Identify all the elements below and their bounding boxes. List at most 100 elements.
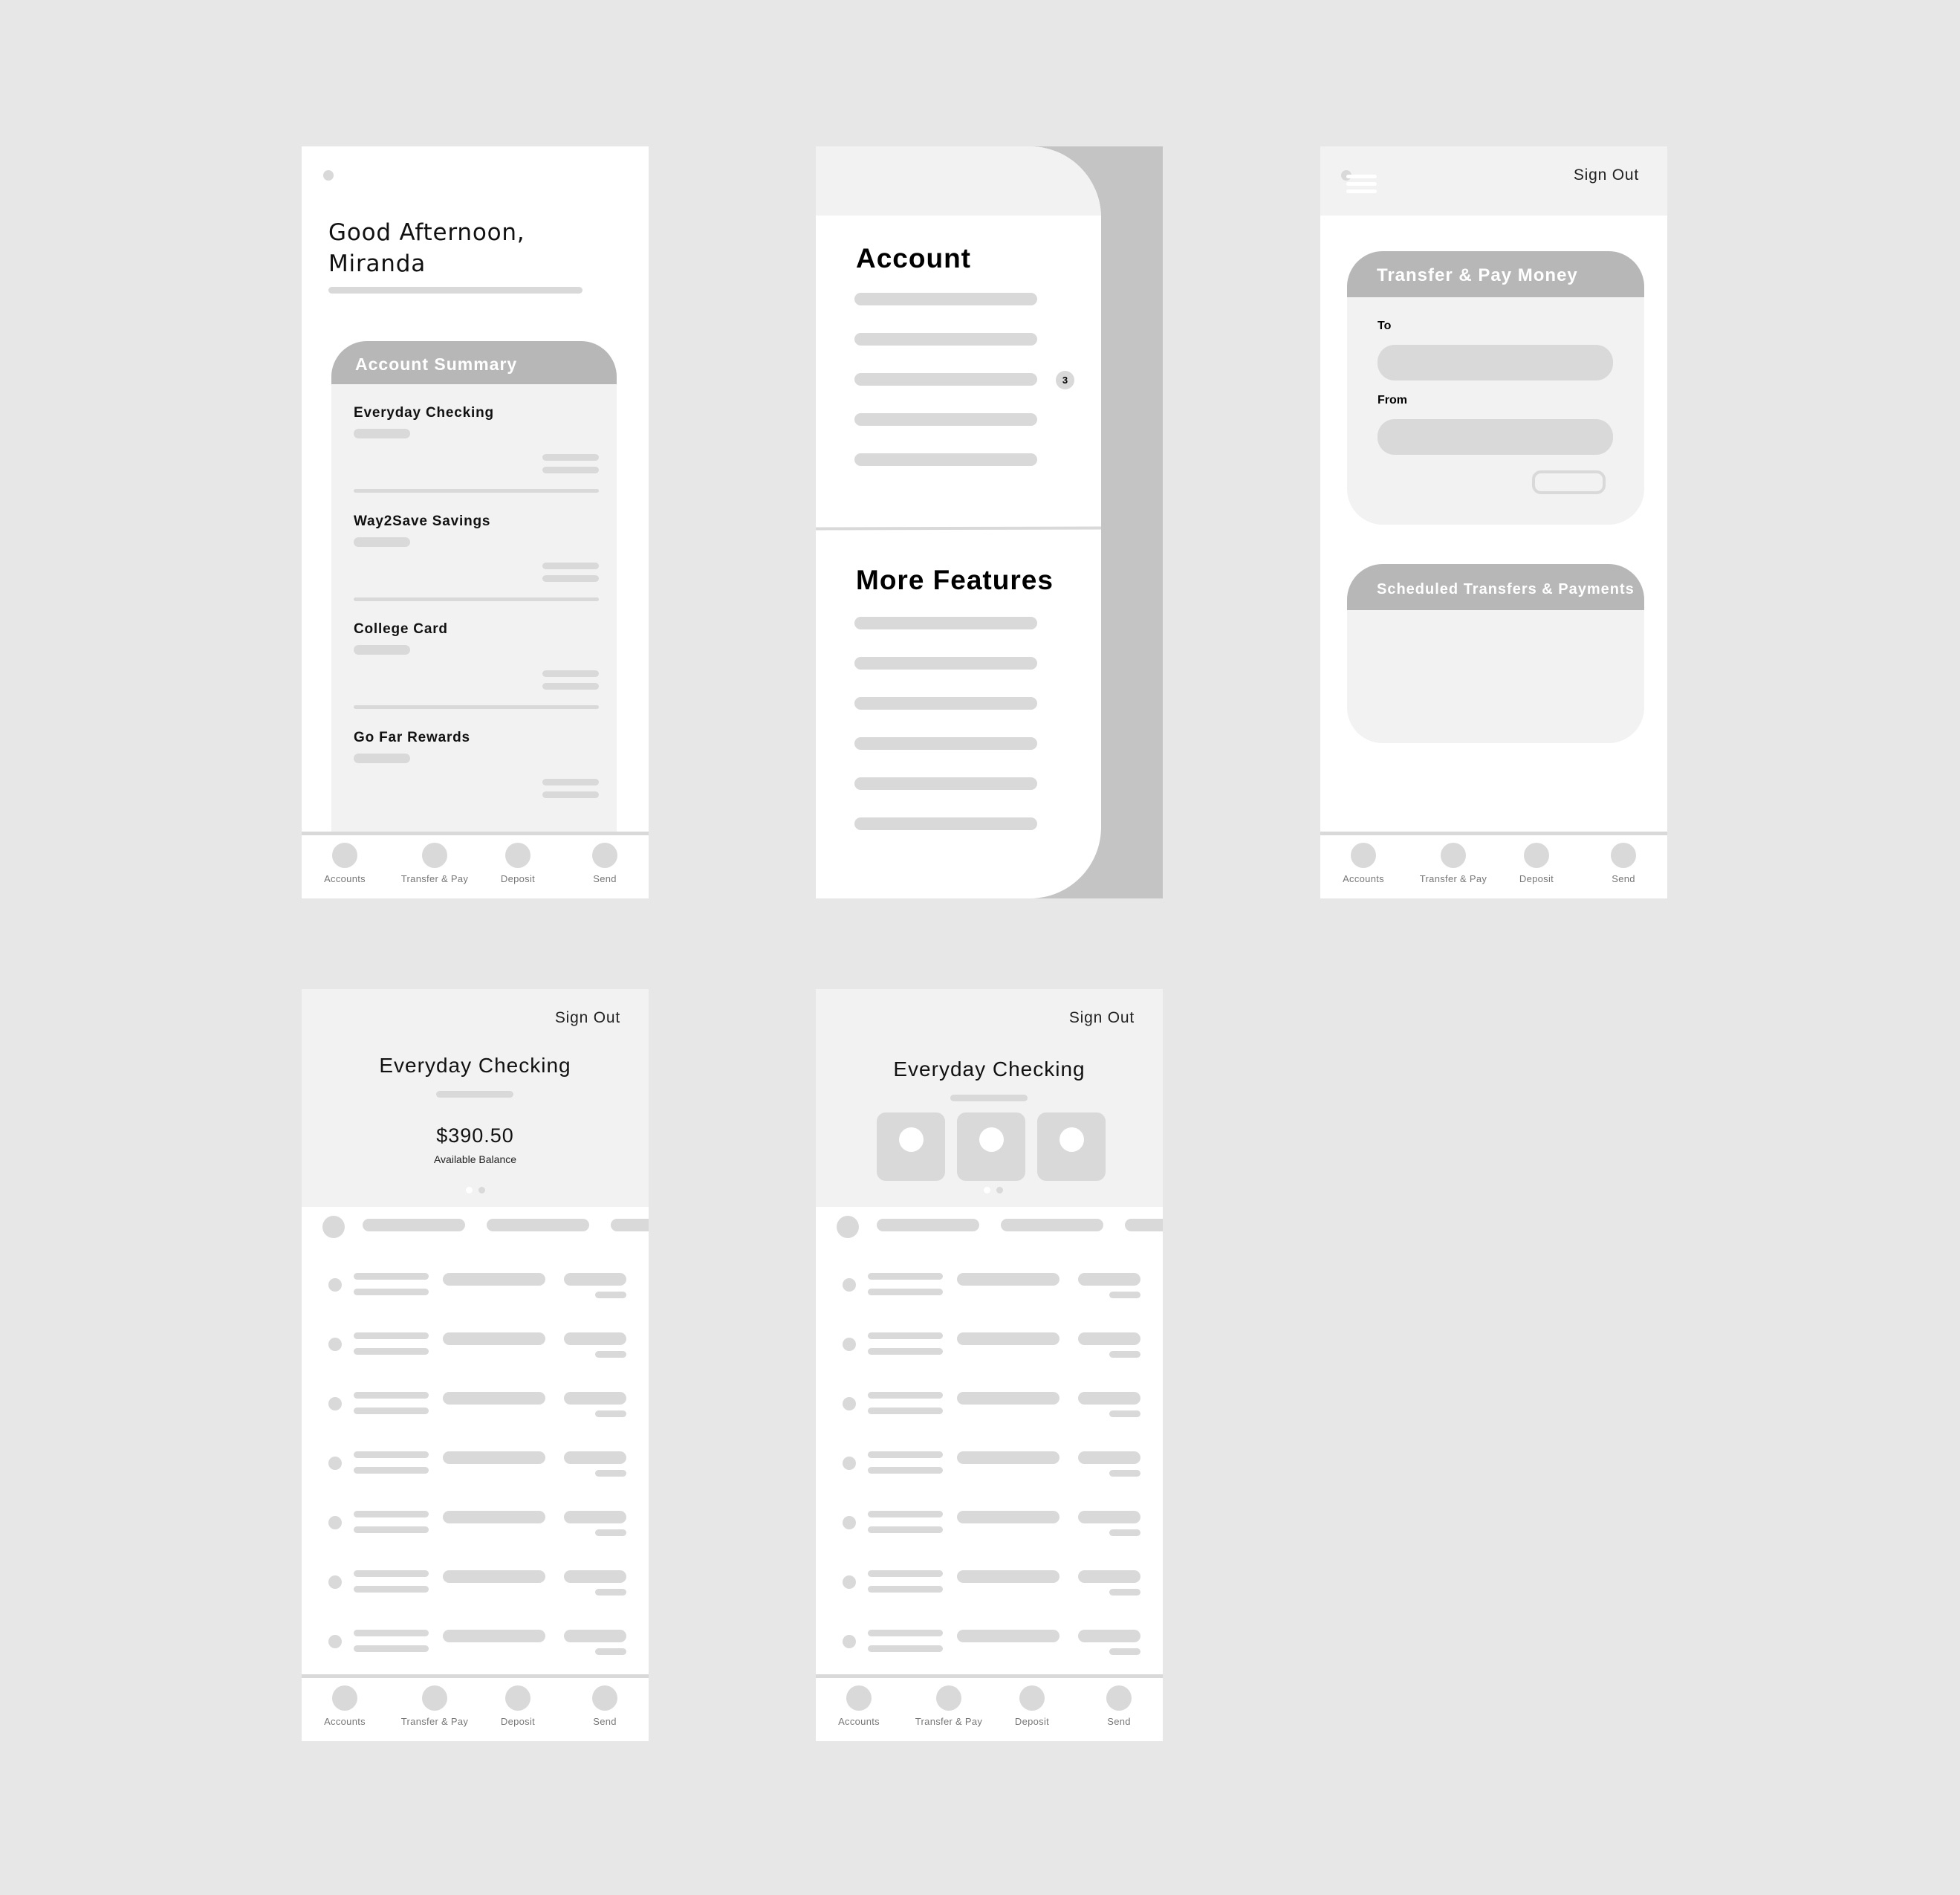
filter-chip[interactable] — [1001, 1219, 1103, 1231]
transaction-date-placeholder — [354, 1451, 429, 1458]
quick-action-tile[interactable] — [877, 1112, 945, 1181]
transaction-row[interactable] — [302, 1385, 649, 1445]
account-menu-item[interactable] — [854, 333, 1037, 346]
nav-accounts[interactable]: Accounts — [304, 843, 386, 884]
nav-send[interactable]: Send — [564, 843, 646, 884]
to-field[interactable] — [1377, 345, 1613, 380]
sign-out-link[interactable]: Sign Out — [555, 1009, 620, 1027]
account-header: Sign Out Everyday Checking $390.50 Avail… — [302, 989, 649, 1207]
sign-out-link[interactable]: Sign Out — [1069, 1009, 1135, 1027]
filter-chip[interactable] — [1125, 1219, 1163, 1231]
more-features-menu-item[interactable] — [854, 697, 1037, 710]
account-actions-screen: Sign Out Everyday Checking Accounts Tran… — [816, 989, 1163, 1741]
page-dot-active[interactable] — [466, 1187, 473, 1193]
balance-placeholder — [542, 779, 599, 785]
transaction-date-placeholder — [868, 1332, 943, 1339]
greeting: Good Afternoon, Miranda — [328, 217, 525, 279]
transfer-pay-icon — [422, 843, 447, 868]
transaction-amount-placeholder — [1078, 1332, 1140, 1345]
filter-chip[interactable] — [487, 1219, 589, 1231]
nav-transfer-pay[interactable]: Transfer & Pay — [394, 1685, 476, 1727]
transaction-type-placeholder — [868, 1348, 943, 1355]
account-number-placeholder — [354, 754, 410, 763]
transaction-icon — [328, 1575, 342, 1589]
more-features-menu-item[interactable] — [854, 657, 1037, 670]
filter-icon[interactable] — [837, 1216, 859, 1238]
transaction-row[interactable] — [816, 1564, 1163, 1623]
nav-send[interactable]: Send — [1583, 843, 1664, 884]
hamburger-icon — [1346, 175, 1377, 178]
transaction-row[interactable] — [302, 1564, 649, 1623]
transfer-pay-card: Transfer & Pay Money To From — [1347, 251, 1644, 525]
transaction-row[interactable] — [302, 1623, 649, 1682]
transaction-row[interactable] — [816, 1504, 1163, 1564]
quick-action-icon — [1059, 1127, 1084, 1152]
account-menu-item[interactable] — [854, 373, 1037, 386]
nav-deposit[interactable]: Deposit — [477, 843, 559, 884]
quick-action-tile[interactable] — [957, 1112, 1025, 1181]
filter-chip[interactable] — [611, 1219, 649, 1231]
nav-transfer-pay[interactable]: Transfer & Pay — [908, 1685, 990, 1727]
page-dot[interactable] — [478, 1187, 485, 1193]
transaction-row[interactable] — [302, 1504, 649, 1564]
account-title: Everyday Checking — [893, 1057, 1086, 1081]
nav-transfer-pay[interactable]: Transfer & Pay — [394, 843, 476, 884]
more-features-menu-item[interactable] — [854, 817, 1037, 830]
transaction-row[interactable] — [816, 1266, 1163, 1326]
transaction-row[interactable] — [816, 1623, 1163, 1682]
from-field[interactable] — [1377, 419, 1613, 455]
transaction-row[interactable] — [302, 1266, 649, 1326]
page-dot[interactable] — [996, 1187, 1003, 1193]
nav-deposit[interactable]: Deposit — [991, 1685, 1073, 1727]
nav-accounts[interactable]: Accounts — [818, 1685, 900, 1727]
transaction-icon — [328, 1635, 342, 1648]
send-icon — [1611, 843, 1636, 868]
from-label: From — [1377, 394, 1407, 406]
sign-out-link[interactable]: Sign Out — [1574, 166, 1639, 184]
account-item-go-far-rewards[interactable]: Go Far Rewards — [354, 730, 599, 838]
filter-chip[interactable] — [877, 1219, 979, 1231]
transaction-type-placeholder — [354, 1645, 429, 1652]
transfer-pay-screen: Sign Out Transfer & Pay Money To From Sc… — [1320, 146, 1667, 898]
filter-chip[interactable] — [363, 1219, 465, 1231]
hamburger-menu-button[interactable] — [1341, 167, 1377, 194]
more-features-menu-item[interactable] — [854, 777, 1037, 790]
transaction-row[interactable] — [302, 1326, 649, 1385]
quick-action-tile[interactable] — [1037, 1112, 1106, 1181]
account-menu-item[interactable] — [854, 293, 1037, 305]
nav-accounts[interactable]: Accounts — [304, 1685, 386, 1727]
nav-transfer-pay[interactable]: Transfer & Pay — [1412, 843, 1494, 884]
transaction-row[interactable] — [302, 1445, 649, 1504]
transaction-row[interactable] — [816, 1385, 1163, 1445]
nav-send[interactable]: Send — [1078, 1685, 1160, 1727]
send-icon — [592, 1685, 617, 1711]
accounts-icon — [846, 1685, 872, 1711]
transaction-icon — [328, 1516, 342, 1529]
account-menu-item[interactable] — [854, 453, 1037, 466]
transaction-date-placeholder — [868, 1630, 943, 1636]
transaction-type-placeholder — [868, 1526, 943, 1533]
transaction-row[interactable] — [816, 1445, 1163, 1504]
deposit-icon — [505, 843, 530, 868]
submit-transfer-button[interactable] — [1532, 470, 1606, 494]
nav-label: Deposit — [500, 1716, 536, 1727]
account-menu-item[interactable] — [854, 413, 1037, 426]
account-item-everyday-checking[interactable]: Everyday Checking — [354, 405, 599, 513]
filter-icon[interactable] — [322, 1216, 345, 1238]
nav-deposit[interactable]: Deposit — [477, 1685, 559, 1727]
page-dot-active[interactable] — [984, 1187, 990, 1193]
more-features-menu-item[interactable] — [854, 617, 1037, 629]
transaction-amount-placeholder — [1078, 1630, 1140, 1642]
nav-label: Deposit — [1519, 873, 1554, 884]
to-label: To — [1377, 320, 1392, 332]
more-features-menu-item[interactable] — [854, 737, 1037, 750]
bottom-nav: Accounts Transfer & Pay Deposit Send — [302, 1674, 649, 1741]
nav-accounts[interactable]: Accounts — [1323, 843, 1404, 884]
transaction-row[interactable] — [816, 1326, 1163, 1385]
account-item-way2save-savings[interactable]: Way2Save Savings — [354, 514, 599, 621]
bottom-nav: Accounts Transfer & Pay Deposit Send — [1320, 832, 1667, 898]
nav-deposit[interactable]: Deposit — [1496, 843, 1577, 884]
account-item-college-card[interactable]: College Card — [354, 621, 599, 729]
nav-send[interactable]: Send — [564, 1685, 646, 1727]
nav-label: Accounts — [838, 1716, 880, 1727]
